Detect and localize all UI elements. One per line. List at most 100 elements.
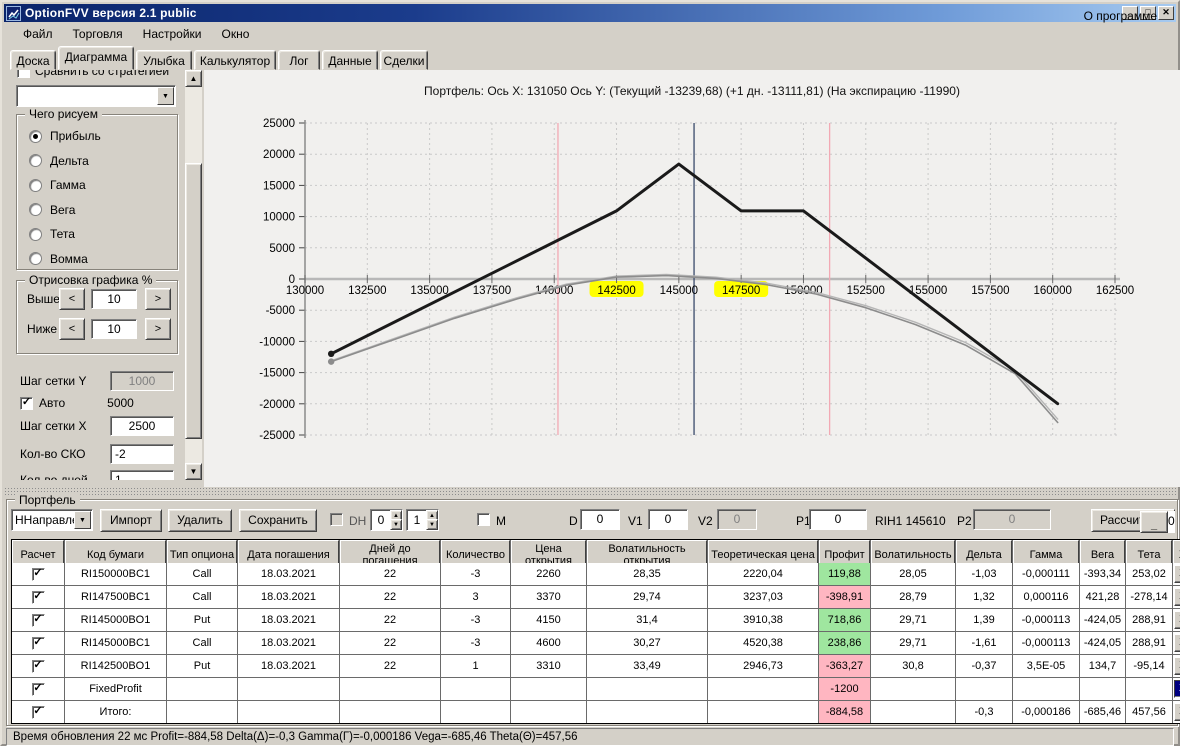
svg-text:145000: 145000	[660, 285, 698, 297]
table-cell: 253,02	[1126, 563, 1172, 585]
table-cell: 33,49	[587, 655, 707, 677]
title-bar: OptionFVV версия 2.1 public _ □ ✕	[4, 4, 1176, 22]
radio-дельта[interactable]	[29, 154, 42, 167]
above-increment-button[interactable]: >	[145, 288, 171, 310]
spinner-down-icon[interactable]: ▼	[390, 519, 402, 530]
table-cell	[708, 701, 818, 723]
menu-item-3[interactable]: Окно	[213, 24, 259, 44]
days-count-field[interactable]: 1	[110, 470, 174, 480]
import-button[interactable]: Импорт	[100, 509, 162, 532]
below-value-field[interactable]: 10	[91, 319, 137, 339]
svg-text:20000: 20000	[263, 149, 295, 161]
table-cell	[511, 701, 586, 723]
menu-item-2[interactable]: Настройки	[134, 24, 211, 44]
compare-strategy-checkbox[interactable]	[17, 70, 30, 78]
row-calc-checkbox[interactable]	[31, 659, 45, 673]
table-cell: -424,05	[1080, 632, 1125, 654]
svg-text:-20000: -20000	[259, 399, 295, 411]
auto-checkbox[interactable]	[20, 396, 33, 410]
portfolio-chart[interactable]: 2500020000150001000050000-5000-10000-150…	[204, 70, 1180, 487]
row-delete-cell: X	[1173, 563, 1180, 585]
portfolio-group: Портфель ННаправле ▼ Импорт Удалить Сохр…	[6, 493, 1180, 726]
grid-step-x-field[interactable]: 2500	[110, 416, 174, 436]
tab-лог[interactable]: Лог	[278, 50, 320, 70]
row-delete-button[interactable]: X	[1174, 611, 1180, 629]
tab-калькулятор[interactable]: Калькулятор	[194, 50, 276, 70]
above-value-field[interactable]: 10	[91, 289, 137, 309]
table-cell: 1,39	[956, 609, 1012, 631]
below-increment-button[interactable]: >	[145, 318, 171, 340]
chevron-down-icon[interactable]: ▼	[74, 511, 91, 529]
above-decrement-button[interactable]: <	[59, 288, 85, 310]
dh-checkbox[interactable]	[330, 513, 343, 526]
table-cell: 18.03.2021	[238, 655, 339, 677]
below-decrement-button[interactable]: <	[59, 318, 85, 340]
scroll-down-icon[interactable]: ▼	[185, 463, 202, 480]
table-cell: 28,05	[871, 563, 955, 585]
v1-field[interactable]: 0	[648, 509, 688, 530]
table-cell	[1013, 678, 1079, 700]
app-icon	[6, 5, 21, 21]
svg-text:25000: 25000	[263, 118, 295, 130]
sko-count-field[interactable]: -2	[110, 444, 174, 464]
table-cell: 18.03.2021	[238, 632, 339, 654]
row-delete-button[interactable]: X	[1174, 703, 1180, 721]
tab-диаграмма[interactable]: Диаграмма	[58, 46, 134, 70]
table-cell: -3	[441, 563, 510, 585]
sidebar-scrollbar[interactable]: ▲ ▼	[185, 70, 202, 480]
tab-доска[interactable]: Доска	[10, 50, 56, 70]
radio-гамма[interactable]	[29, 178, 42, 192]
menu-item-about[interactable]: О программе	[1075, 6, 1166, 26]
row-calc-checkbox[interactable]	[31, 567, 45, 581]
horizontal-splitter[interactable]	[4, 487, 1176, 495]
radio-вега[interactable]	[29, 203, 42, 216]
svg-text:132500: 132500	[348, 285, 386, 297]
table-cell: 288,91	[1126, 632, 1172, 654]
mini-window-minimize-button[interactable]: _	[1140, 511, 1168, 533]
m-checkbox[interactable]	[477, 513, 490, 526]
table-cell: 119,88	[819, 563, 870, 585]
table-cell: -0,000186	[1013, 701, 1079, 723]
row-delete-button[interactable]: X	[1174, 634, 1180, 652]
delete-button[interactable]: Удалить	[168, 509, 232, 532]
scrollbar-thumb[interactable]	[185, 163, 202, 439]
radio-тета[interactable]	[29, 227, 42, 241]
row-calc-checkbox[interactable]	[31, 636, 45, 650]
table-cell: Итого:	[65, 701, 166, 723]
row-calc-checkbox[interactable]	[31, 613, 45, 627]
row-calc-checkbox[interactable]	[31, 590, 45, 604]
row-calc-checkbox[interactable]	[31, 705, 45, 719]
portfolio-group-title: Портфель	[15, 493, 80, 507]
row-calc-checkbox[interactable]	[31, 682, 45, 696]
save-button[interactable]: Сохранить	[239, 509, 317, 532]
svg-text:-15000: -15000	[259, 368, 295, 380]
dh-spinner-1[interactable]: 0 ▲ ▼	[370, 509, 403, 531]
tab-улыбка[interactable]: Улыбка	[136, 50, 192, 70]
tab-сделки[interactable]: Сделки	[380, 50, 428, 70]
row-delete-button[interactable]: X	[1174, 680, 1180, 698]
menu-item-0[interactable]: Файл	[14, 24, 62, 44]
table-cell: -363,27	[819, 655, 870, 677]
radio-вомма[interactable]	[29, 252, 42, 265]
spinner-down-icon[interactable]: ▼	[426, 519, 438, 530]
row-delete-button[interactable]: X	[1174, 657, 1180, 675]
scroll-up-icon[interactable]: ▲	[185, 70, 202, 87]
direction-combobox[interactable]: ННаправле ▼	[11, 509, 93, 531]
d-field[interactable]: 0	[580, 509, 620, 530]
svg-text:147500: 147500	[722, 285, 760, 297]
p1-field[interactable]: 0	[809, 509, 867, 530]
radio-прибыль[interactable]	[29, 129, 42, 143]
menu-item-1[interactable]: Торговля	[64, 24, 132, 44]
chevron-down-icon[interactable]: ▼	[157, 87, 174, 105]
table-cell: 31,4	[587, 609, 707, 631]
table-cell: 2220,04	[708, 563, 818, 585]
positions-table: Расчет Код бумаги Тип опциона Дата погашени…	[11, 539, 1180, 724]
svg-text:10000: 10000	[263, 212, 295, 224]
dh-spinner-2[interactable]: 1 ▲ ▼	[406, 509, 439, 531]
table-cell: -0,000113	[1013, 609, 1079, 631]
tab-данные[interactable]: Данные	[322, 50, 378, 70]
strategy-combobox[interactable]: ▼	[16, 85, 176, 107]
row-delete-button[interactable]: X	[1174, 565, 1180, 583]
table-cell: 22	[340, 655, 440, 677]
row-delete-button[interactable]: X	[1174, 588, 1180, 606]
